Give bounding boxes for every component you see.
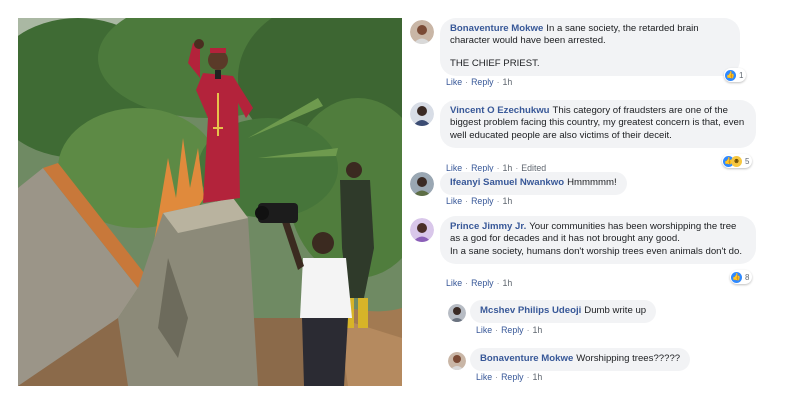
reply-item: Bonaventure Mokwe Worshipping trees????? … [408,346,796,388]
comment-author[interactable]: Bonaventure Mokwe [450,23,543,34]
comment-text: Hmmmmm! [567,177,617,188]
avatar[interactable] [410,172,434,196]
comment-author[interactable]: Vincent O Ezechukwu [450,105,550,116]
reply-bubble: Mcshev Philips Udeoji Dumb write up [470,300,657,324]
comment-bubble: Ifeanyi Samuel Nwankwo Hmmmmm! [440,172,627,196]
like-button[interactable]: Like [476,325,492,335]
tree-felling-scene [18,18,402,386]
comment-timestamp[interactable]: 1h [503,196,513,206]
reply-text: Worshipping trees????? [576,353,681,364]
comment-thread: Bonaventure Mokwe In a sane society, the … [408,14,796,394]
comment-text-extra: In a sane society, humans don't worship … [450,245,742,257]
comment-timestamp[interactable]: 1h [503,278,513,288]
comment-bubble: Bonaventure Mokwe In a sane society, the … [440,18,740,77]
comment-timestamp[interactable]: 1h [503,77,513,87]
reply-timestamp[interactable]: 1h [533,325,543,335]
reply-timestamp[interactable]: 1h [533,372,543,382]
reaction-count-badge[interactable]: 👍 8 [730,270,753,284]
haha-reaction-icon: ☻ [731,155,742,167]
comment-actions: Like · Reply · 1h [446,196,513,206]
like-button[interactable]: Like [446,278,462,288]
like-reaction-icon: 👍 [725,69,736,81]
comment-author[interactable]: Prince Jimmy Jr. [450,221,526,232]
comment-text-extra: THE CHIEF PRIEST. [450,57,540,69]
like-button[interactable]: Like [446,196,462,206]
like-button[interactable]: Like [446,77,462,87]
comment-actions: Like · Reply · 1h [446,77,513,87]
reaction-count-badge[interactable]: 👍 1 [724,68,747,82]
reaction-count-badge[interactable]: 👍 ☻ 5 [722,154,753,168]
reply-button[interactable]: Reply [471,278,494,288]
reply-item: Mcshev Philips Udeoji Dumb write up Like ·… [408,298,796,340]
reply-button[interactable]: Reply [501,325,524,335]
news-photo [18,18,402,386]
comment-bubble: Prince Jimmy Jr. Your communities has bee… [440,216,756,265]
reply-button[interactable]: Reply [501,372,524,382]
comment-item: Vincent O Ezechukwu This category of frau… [408,96,796,176]
comment-item: Bonaventure Mokwe In a sane society, the … [408,14,796,94]
avatar[interactable] [410,20,434,44]
reply-actions: Like · Reply · 1h [476,372,543,382]
comment-item: Prince Jimmy Jr. Your communities has bee… [408,212,796,296]
avatar[interactable] [448,304,466,322]
avatar[interactable] [410,102,434,126]
like-button[interactable]: Like [476,372,492,382]
comment-actions: Like · Reply · 1h [446,278,513,288]
comment-author[interactable]: Ifeanyi Samuel Nwankwo [450,177,564,188]
reply-actions: Like · Reply · 1h [476,325,543,335]
reply-author[interactable]: Mcshev Philips Udeoji [480,305,581,316]
like-reaction-icon: 👍 [731,271,742,283]
comment-item: Ifeanyi Samuel Nwankwo Hmmmmm! Like · Reply… [408,170,796,210]
reply-button[interactable]: Reply [471,77,494,87]
avatar[interactable] [448,352,466,370]
comment-bubble: Vincent O Ezechukwu This category of frau… [440,100,756,149]
avatar[interactable] [410,218,434,242]
reply-author[interactable]: Bonaventure Mokwe [480,353,573,364]
reply-bubble: Bonaventure Mokwe Worshipping trees????? [470,348,691,372]
reply-button[interactable]: Reply [471,196,494,206]
reply-text: Dumb write up [584,305,647,316]
